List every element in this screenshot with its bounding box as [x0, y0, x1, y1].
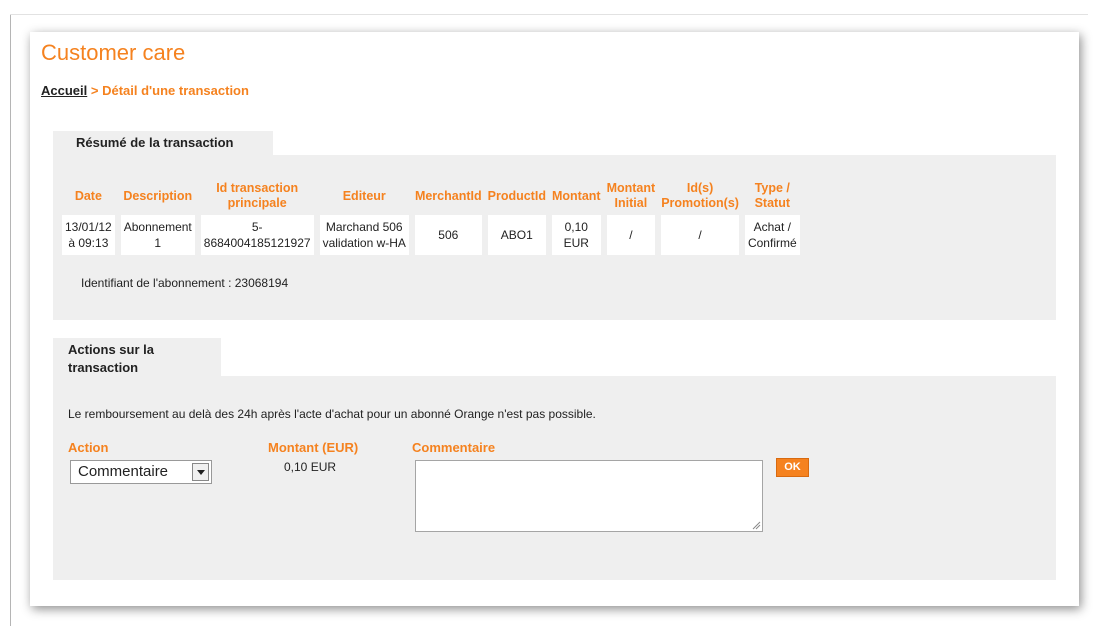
col-header-promotions: Id(s) Promotion(s): [661, 181, 739, 211]
cell-description: Abonnement 1: [120, 215, 195, 255]
comment-label: Commentaire: [412, 440, 496, 455]
cell-text: Marchand 506: [325, 220, 403, 234]
cell-text: ABO1: [500, 228, 533, 242]
cell-text: 0,10: [564, 220, 588, 234]
resize-grip-icon[interactable]: [751, 520, 761, 530]
subscription-id: Identifiant de l'abonnement : 23068194: [81, 276, 289, 290]
cell-type-statut: Achat / Confirmé: [744, 215, 800, 255]
comment-textarea[interactable]: [415, 460, 763, 532]
cell-text: 8684004185121927: [203, 236, 311, 250]
amount-label: Montant (EUR): [268, 440, 359, 455]
tab-transaction-actions: Actions sur la transaction: [53, 338, 221, 376]
ok-button[interactable]: OK: [776, 458, 809, 477]
col-header-text: principale: [227, 196, 287, 210]
action-label: Action: [68, 440, 109, 455]
col-header-montant: Montant: [552, 181, 601, 211]
col-header-montant-initial: Montant Initial: [607, 181, 656, 211]
chevron-down-icon[interactable]: [192, 463, 209, 481]
col-header-merchant-id: MerchantId: [415, 181, 482, 211]
breadcrumb-separator: >: [90, 83, 99, 98]
col-header-text: ProductId: [487, 188, 546, 203]
col-header-product-id: ProductId: [488, 181, 546, 211]
cell-text: 506: [438, 228, 459, 242]
action-select-value: Commentaire: [78, 463, 169, 480]
page-top-rule: [10, 14, 1088, 15]
breadcrumb: Accueil > Détail d'une transaction: [41, 83, 249, 98]
col-header-text: Id(s): [686, 181, 714, 195]
breadcrumb-home-link[interactable]: Accueil: [41, 83, 87, 98]
main-panel: Customer care Accueil > Détail d'une tra…: [30, 32, 1079, 606]
cell-text: /: [629, 228, 633, 242]
cell-text: Abonnement: [123, 220, 192, 234]
col-header-text: Editeur: [342, 188, 386, 203]
cell-text: Confirmé: [747, 236, 797, 250]
col-header-text: Statut: [754, 196, 791, 210]
col-header-text: Initial: [614, 196, 648, 210]
col-header-text: MerchantId: [414, 188, 482, 203]
cell-text: validation w-HA: [322, 236, 406, 250]
cell-promotions: /: [661, 215, 739, 255]
transaction-table: Date Description Id transaction principale E…: [56, 177, 806, 259]
action-select[interactable]: Commentaire: [70, 460, 212, 484]
table-row: 13/01/12 à 09:13 Abonnement 1 5- 868400418512…: [62, 215, 800, 255]
cell-montant: 0,10 EUR: [551, 215, 601, 255]
breadcrumb-current: Détail d'une transaction: [102, 83, 249, 98]
col-header-text: Promotion(s): [661, 196, 739, 210]
col-header-text: Id transaction: [216, 181, 299, 195]
cell-montant-initial: /: [606, 215, 656, 255]
cell-editeur: Marchand 506 validation w-HA: [319, 215, 409, 255]
col-header-text: Type /: [754, 181, 790, 195]
cell-text: /: [698, 228, 702, 242]
page-title: Customer care: [41, 40, 186, 65]
cell-merchant-id: 506: [414, 215, 482, 255]
col-header-editeur: Editeur: [320, 181, 409, 211]
cell-text: 13/01/12: [65, 220, 112, 234]
table-header-row: Date Description Id transaction principale E…: [62, 181, 800, 211]
page-left-rule: [10, 14, 11, 626]
cell-date: 13/01/12 à 09:13: [62, 215, 115, 255]
cell-text: Achat /: [753, 220, 791, 234]
col-header-text: Montant: [606, 181, 656, 195]
col-header-date: Date: [62, 181, 115, 211]
tab-transaction-summary: Résumé de la transaction: [53, 131, 273, 155]
refund-notice: Le remboursement au delà des 24h après l…: [68, 407, 596, 421]
cell-id-transaction: 5- 8684004185121927: [200, 215, 314, 255]
col-header-type-statut: Type / Statut: [745, 181, 800, 211]
cell-text: à 09:13: [68, 236, 109, 250]
cell-text: 1: [154, 236, 162, 250]
transaction-actions-section: Le remboursement au delà des 24h après l…: [53, 376, 1056, 580]
col-header-text: Montant: [551, 188, 601, 203]
cell-product-id: ABO1: [487, 215, 546, 255]
amount-value: 0,10 EUR: [284, 460, 337, 474]
cell-text: 5-: [251, 220, 263, 234]
cell-text: EUR: [563, 236, 589, 250]
col-header-description: Description: [121, 181, 195, 211]
transaction-summary-section: Date Description Id transaction principale E…: [53, 155, 1056, 320]
col-header-id-transaction: Id transaction principale: [201, 181, 314, 211]
col-header-text: Description: [123, 188, 193, 203]
col-header-text: Date: [74, 188, 102, 203]
